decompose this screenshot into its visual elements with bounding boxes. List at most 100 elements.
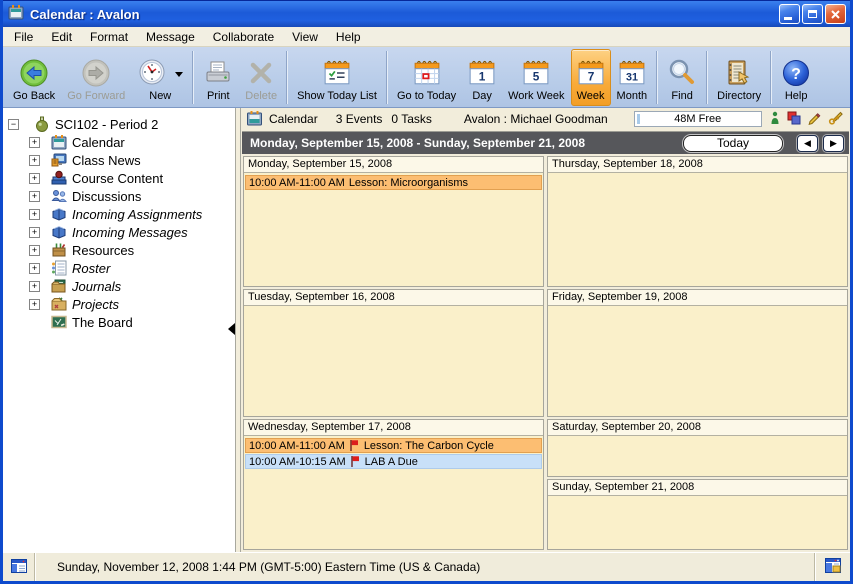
month-view-icon: 31 bbox=[618, 56, 646, 90]
day-cell-thursday[interactable]: Thursday, September 18, 2008 bbox=[547, 156, 848, 287]
sidebar-item-incoming-assignments[interactable]: + Incoming Assignments bbox=[3, 205, 235, 223]
day-cell-tuesday[interactable]: Tuesday, September 16, 2008 bbox=[243, 289, 544, 417]
sidebar-item-incoming-messages[interactable]: + Incoming Messages bbox=[3, 223, 235, 241]
day-body[interactable]: 10:00 AM-11:00 AM Lesson: The Carbon Cyc… bbox=[244, 436, 543, 549]
day-body[interactable] bbox=[244, 306, 543, 416]
layers-icon[interactable] bbox=[787, 111, 801, 128]
sidebar-item-discussions[interactable]: + Discussions bbox=[3, 187, 235, 205]
day-body[interactable] bbox=[548, 306, 847, 416]
week-view-button[interactable]: 7 Week bbox=[571, 49, 611, 106]
maximize-button[interactable] bbox=[802, 4, 823, 24]
expand-toggle[interactable]: + bbox=[29, 137, 40, 148]
menu-view[interactable]: View bbox=[283, 28, 327, 46]
split-view-icon[interactable] bbox=[825, 558, 841, 576]
week-range-label: Monday, September 15, 2008 - Sunday, Sep… bbox=[242, 136, 683, 150]
menu-message[interactable]: Message bbox=[137, 28, 204, 46]
sidebar-item-resources[interactable]: + Resources bbox=[3, 241, 235, 259]
window-title: Calendar : Avalon bbox=[30, 7, 779, 22]
sidebar-splitter[interactable] bbox=[235, 108, 241, 552]
week-grid: Monday, September 15, 2008 10:00 AM-11:0… bbox=[241, 154, 850, 552]
day-body[interactable] bbox=[548, 173, 847, 286]
day-body[interactable] bbox=[548, 496, 847, 549]
day-cell-wednesday[interactable]: Wednesday, September 17, 2008 10:00 AM-1… bbox=[243, 419, 544, 550]
day-cell-friday[interactable]: Friday, September 19, 2008 bbox=[547, 289, 848, 417]
go-back-button[interactable]: Go Back bbox=[7, 49, 61, 106]
chevron-right-icon: ▶ bbox=[830, 138, 837, 149]
svg-text:5: 5 bbox=[533, 70, 540, 84]
new-dropdown-caret-icon[interactable] bbox=[175, 72, 183, 81]
flag-icon bbox=[349, 439, 359, 452]
flask-icon bbox=[33, 116, 50, 132]
person-status-icon[interactable] bbox=[770, 111, 780, 128]
go-to-today-button[interactable]: Go to Today bbox=[391, 49, 462, 106]
help-button[interactable]: ? Help bbox=[775, 49, 817, 106]
sidebar-item-course-content[interactable]: + Course Content bbox=[3, 169, 235, 187]
expand-toggle[interactable]: + bbox=[29, 209, 40, 220]
menu-file[interactable]: File bbox=[5, 28, 42, 46]
minimize-button[interactable] bbox=[779, 4, 800, 24]
day-view-button[interactable]: 1 Day bbox=[462, 49, 502, 106]
menubar: File Edit Format Message Collaborate Vie… bbox=[3, 27, 850, 47]
statusbar-datetime: Sunday, November 12, 2008 1:44 PM (GMT-5… bbox=[35, 553, 814, 581]
svg-text:1: 1 bbox=[479, 70, 486, 84]
flag-icon bbox=[350, 455, 360, 468]
day-cell-saturday[interactable]: Saturday, September 20, 2008 bbox=[547, 419, 848, 477]
day-cell-sunday[interactable]: Sunday, September 21, 2008 bbox=[547, 479, 848, 550]
menu-collaborate[interactable]: Collaborate bbox=[204, 28, 283, 46]
expand-toggle[interactable]: + bbox=[29, 173, 40, 184]
chalkboard-icon bbox=[50, 314, 67, 330]
show-today-list-button[interactable]: Show Today List bbox=[291, 49, 383, 106]
tasks-count: 0 Tasks bbox=[391, 112, 431, 126]
sidebar-item-journals[interactable]: + Journals bbox=[3, 277, 235, 295]
sidebar-item-projects[interactable]: + Projects bbox=[3, 295, 235, 313]
directory-button[interactable]: Directory bbox=[711, 49, 767, 106]
day-cell-monday[interactable]: Monday, September 15, 2008 10:00 AM-11:0… bbox=[243, 156, 544, 287]
go-to-today-icon bbox=[413, 56, 441, 90]
expand-toggle[interactable]: + bbox=[29, 299, 40, 310]
expand-toggle[interactable]: + bbox=[29, 281, 40, 292]
chevron-left-icon: ◀ bbox=[804, 138, 811, 149]
menu-format[interactable]: Format bbox=[81, 28, 137, 46]
close-button[interactable] bbox=[825, 4, 846, 24]
menu-edit[interactable]: Edit bbox=[42, 28, 81, 46]
work-week-view-button[interactable]: 5 Work Week bbox=[502, 49, 570, 106]
sidebar-item-roster[interactable]: + Roster bbox=[3, 259, 235, 277]
sidebar-item-calendar[interactable]: + Calendar bbox=[3, 133, 235, 151]
panel-title: Calendar bbox=[269, 112, 318, 126]
collapse-toggle[interactable]: − bbox=[8, 119, 19, 130]
svg-text:7: 7 bbox=[587, 70, 594, 84]
next-week-button[interactable]: ▶ bbox=[823, 135, 844, 152]
expand-toggle[interactable]: + bbox=[29, 227, 40, 238]
go-forward-button[interactable]: Go Forward bbox=[61, 49, 131, 106]
event-time: 10:00 AM-10:15 AM bbox=[249, 456, 346, 468]
expand-toggle[interactable]: + bbox=[29, 263, 40, 274]
menu-help[interactable]: Help bbox=[327, 28, 370, 46]
expand-toggle[interactable]: + bbox=[29, 245, 40, 256]
find-button[interactable]: Find bbox=[661, 49, 703, 106]
event[interactable]: 10:00 AM-11:00 AM Lesson: The Carbon Cyc… bbox=[245, 438, 542, 453]
event[interactable]: 10:00 AM-10:15 AM LAB A Due bbox=[245, 454, 542, 469]
events-count: 3 Events bbox=[336, 112, 383, 126]
month-view-button[interactable]: 31 Month bbox=[611, 49, 654, 106]
sidebar-item-class-news[interactable]: + Class News bbox=[3, 151, 235, 169]
event[interactable]: 10:00 AM-11:00 AM Lesson: Microorganisms bbox=[245, 175, 542, 190]
day-body[interactable] bbox=[548, 436, 847, 476]
expand-toggle[interactable]: + bbox=[29, 155, 40, 166]
day-body[interactable]: 10:00 AM-11:00 AM Lesson: Microorganisms bbox=[244, 173, 543, 286]
today-button[interactable]: Today bbox=[683, 135, 783, 152]
collapse-sidebar-handle-icon[interactable] bbox=[228, 323, 235, 335]
delete-button[interactable]: Delete bbox=[239, 49, 283, 106]
directory-icon bbox=[724, 56, 754, 90]
previous-week-button[interactable]: ◀ bbox=[797, 135, 818, 152]
print-button[interactable]: Print bbox=[197, 49, 239, 106]
pencil-icon[interactable] bbox=[808, 111, 821, 128]
key-pencil-icon[interactable] bbox=[828, 110, 844, 128]
sidebar-item-label: SCI102 - Period 2 bbox=[55, 117, 158, 132]
titlebar: Calendar : Avalon bbox=[3, 0, 850, 27]
sidebar-item-course-root[interactable]: − SCI102 - Period 2 bbox=[3, 115, 235, 133]
app-calendar-icon bbox=[8, 4, 24, 25]
expand-toggle[interactable]: + bbox=[29, 191, 40, 202]
sidebar-item-the-board[interactable]: The Board bbox=[3, 313, 235, 331]
event-time: 10:00 AM-11:00 AM bbox=[249, 440, 345, 452]
new-button[interactable]: New bbox=[131, 49, 189, 106]
